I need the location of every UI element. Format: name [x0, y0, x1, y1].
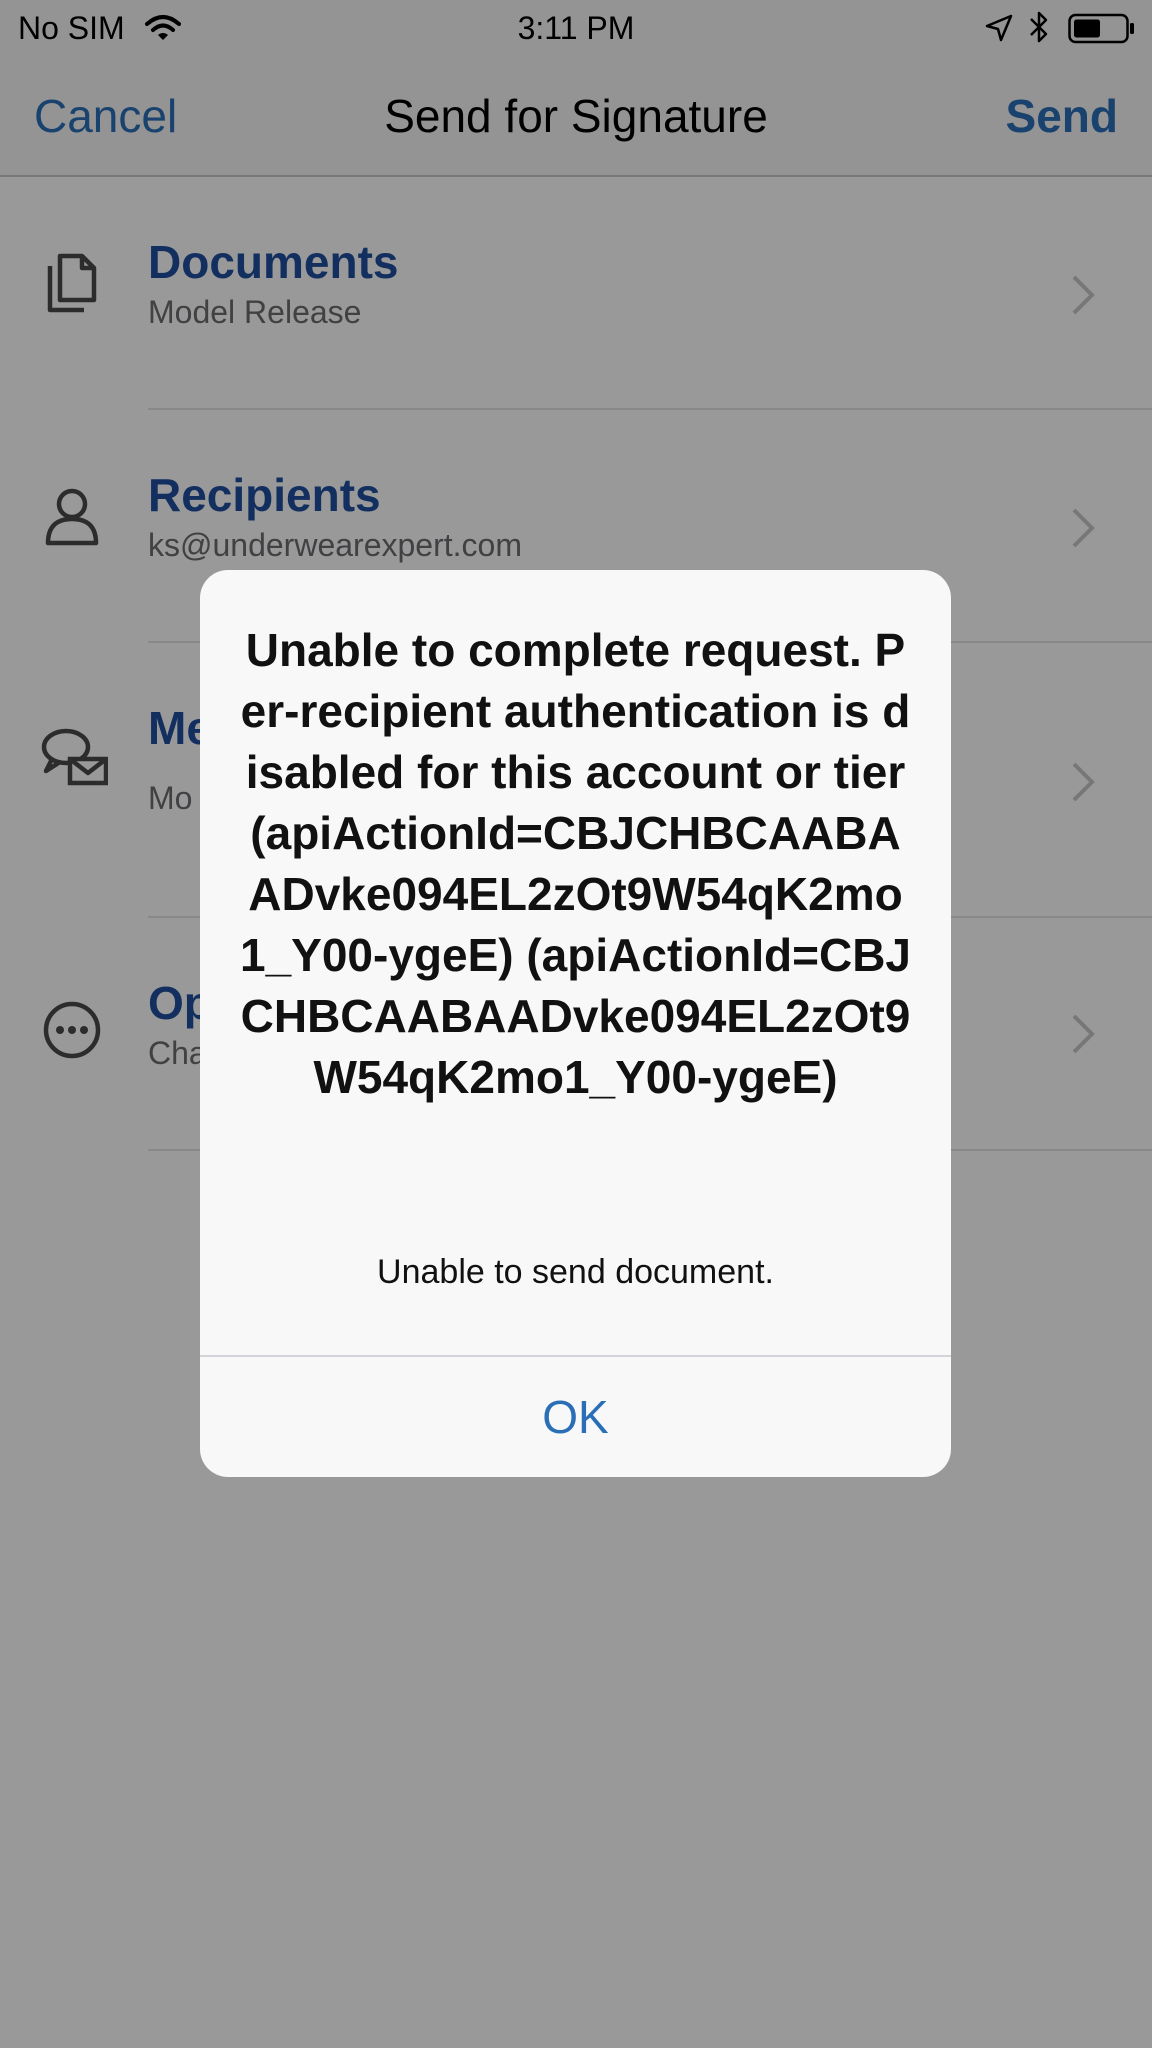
alert-dialog: Unable to complete request. Per-recipien…	[200, 570, 951, 1477]
alert-title: Unable to complete request. Per-recipien…	[239, 624, 912, 1103]
ok-button[interactable]: OK	[200, 1357, 951, 1477]
alert-message: Unable to send document.	[377, 1253, 774, 1291]
